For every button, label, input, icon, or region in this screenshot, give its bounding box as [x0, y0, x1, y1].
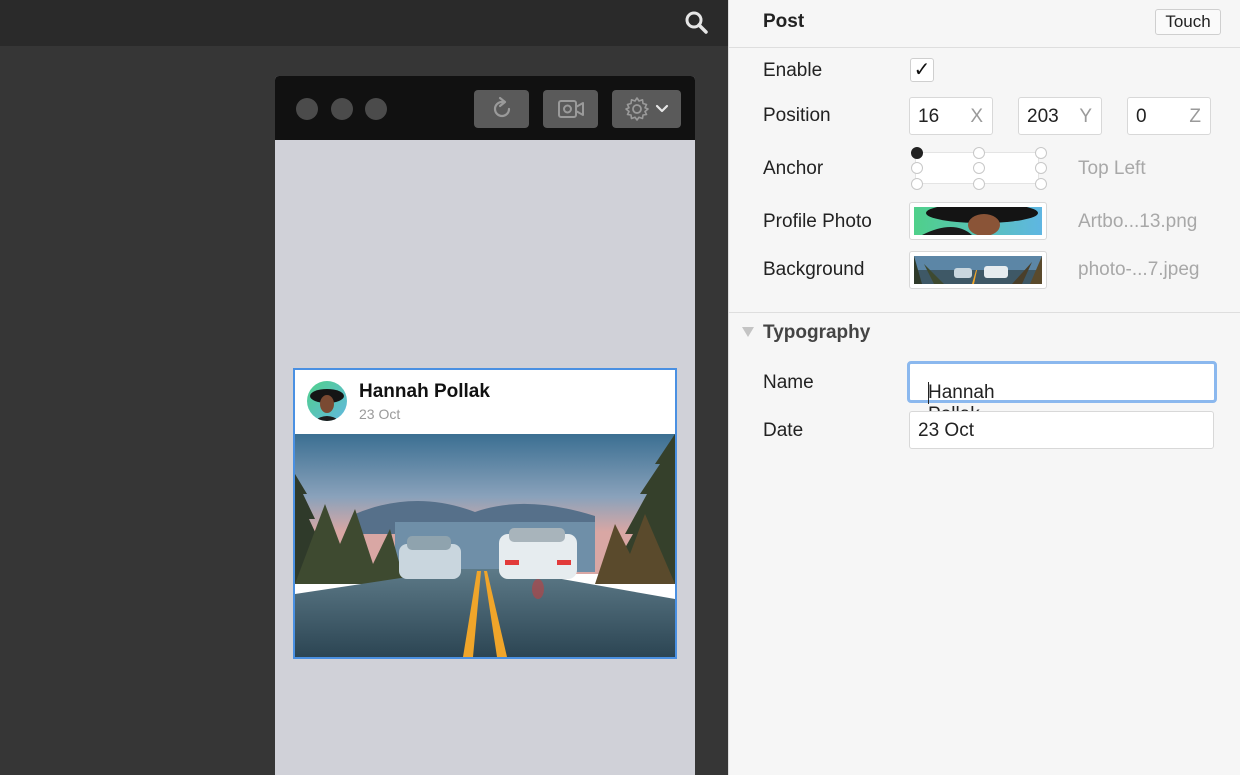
- avatar: [307, 381, 347, 421]
- anchor-picker[interactable]: [909, 146, 1049, 190]
- post-author-name: Hannah Pollak: [359, 381, 490, 402]
- divider: [729, 47, 1240, 48]
- background-thumbnail[interactable]: [909, 251, 1047, 289]
- checkmark-icon: ✓: [913, 59, 931, 81]
- background-filename: photo-...7.jpeg: [1078, 259, 1200, 280]
- position-y-axis-label: Y: [1079, 106, 1092, 127]
- anchor-bottom-center[interactable]: [973, 178, 985, 190]
- position-y-field[interactable]: 203 Y: [1018, 97, 1102, 135]
- gear-icon: [624, 97, 649, 121]
- enable-checkbox[interactable]: ✓: [910, 58, 934, 82]
- divider: [729, 312, 1240, 313]
- video-camera-icon: [557, 100, 584, 118]
- anchor-bottom-right[interactable]: [1035, 178, 1047, 190]
- record-video-button[interactable]: [543, 90, 598, 128]
- inspector-panel: Post Touch Enable ✓ Position 16 X 203 Y …: [728, 0, 1240, 775]
- position-x-value: 16: [918, 106, 940, 127]
- window-dot-zoom[interactable]: [365, 98, 387, 120]
- device-preview: Hannah Pollak 23 Oct: [275, 76, 695, 775]
- search-icon[interactable]: [682, 8, 710, 36]
- anchor-top-right[interactable]: [1035, 147, 1047, 159]
- date-label: Date: [763, 420, 804, 441]
- anchor-middle-center[interactable]: [973, 162, 985, 174]
- position-z-axis-label: Z: [1189, 106, 1201, 127]
- post-background-image: [295, 434, 675, 657]
- profile-photo-filename: Artbo...13.png: [1078, 211, 1198, 232]
- canvas-area: Hannah Pollak 23 Oct: [0, 0, 728, 775]
- typography-section-toggle[interactable]: Typography: [741, 322, 901, 348]
- window-dot-close[interactable]: [296, 98, 318, 120]
- chevron-down-icon: [655, 104, 668, 113]
- position-x-axis-label: X: [970, 106, 983, 127]
- background-label: Background: [763, 259, 865, 280]
- name-field[interactable]: Hannah Pollak: [907, 361, 1217, 425]
- anchor-middle-left[interactable]: [911, 162, 923, 174]
- position-x-field[interactable]: 16 X: [909, 97, 993, 135]
- name-label: Name: [763, 372, 814, 393]
- device-header: [275, 76, 695, 140]
- date-field-value: 23 Oct: [918, 420, 974, 441]
- refresh-icon: [493, 96, 510, 118]
- canvas-toolbar: [0, 0, 728, 46]
- anchor-bottom-left[interactable]: [911, 178, 923, 190]
- anchor-value: Top Left: [1078, 158, 1146, 179]
- post-card[interactable]: Hannah Pollak 23 Oct: [293, 368, 677, 659]
- post-date: 23 Oct: [359, 406, 401, 422]
- position-label: Position: [763, 105, 831, 126]
- touch-button[interactable]: Touch: [1155, 9, 1221, 35]
- panel-title: Post: [763, 11, 805, 32]
- enable-label: Enable: [763, 60, 823, 81]
- anchor-middle-right[interactable]: [1035, 162, 1047, 174]
- profile-photo-label: Profile Photo: [763, 211, 872, 232]
- anchor-top-center[interactable]: [973, 147, 985, 159]
- profile-photo-thumbnail[interactable]: [909, 202, 1047, 240]
- position-y-value: 203: [1027, 106, 1059, 127]
- refresh-button[interactable]: [474, 90, 529, 128]
- disclosure-triangle-icon: [742, 327, 754, 337]
- position-z-field[interactable]: 0 Z: [1127, 97, 1211, 135]
- anchor-top-left[interactable]: [911, 147, 923, 159]
- text-caret: [928, 382, 929, 404]
- typography-section-title: Typography: [763, 322, 871, 343]
- settings-menu-button[interactable]: [612, 90, 681, 128]
- post-header: Hannah Pollak 23 Oct: [295, 370, 675, 434]
- date-field[interactable]: 23 Oct: [909, 411, 1214, 449]
- window-dot-minimize[interactable]: [331, 98, 353, 120]
- position-z-value: 0: [1136, 106, 1147, 127]
- anchor-label: Anchor: [763, 158, 824, 179]
